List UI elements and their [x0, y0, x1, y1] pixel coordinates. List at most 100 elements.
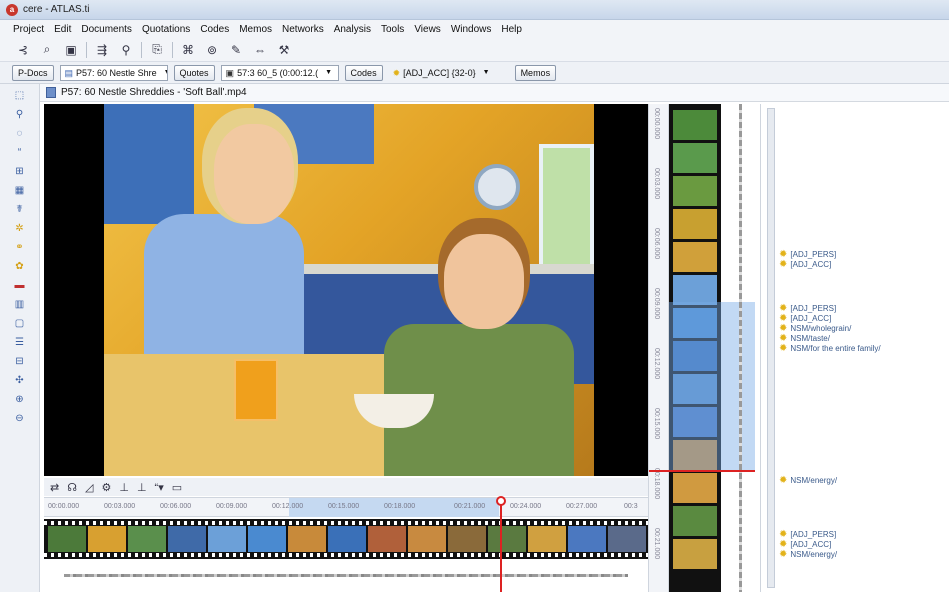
code-tag[interactable]: ✹ NSM/taste/: [779, 334, 881, 344]
menu-codes[interactable]: Codes: [195, 24, 234, 35]
quotation-marks-icon[interactable]: “: [13, 147, 27, 159]
film-frame: [328, 526, 366, 552]
code-by-list-icon[interactable]: ☤: [13, 204, 27, 216]
code-tag[interactable]: ✹ NSM/wholegrain/: [779, 324, 881, 334]
save-icon[interactable]: ▣: [62, 41, 80, 59]
margin-view-icon[interactable]: ▥: [13, 299, 27, 311]
headphones-icon[interactable]: ☊: [67, 481, 77, 494]
unlink-icon[interactable]: ✿: [13, 261, 27, 273]
vertical-timeline[interactable]: 00:00.000 00:03.000 00:06.000 00:09.000 …: [648, 104, 755, 592]
film-frame: [673, 473, 717, 503]
zoom-icon[interactable]: ⚲: [13, 109, 27, 121]
scene-boy-head: [444, 234, 524, 329]
menu-views[interactable]: Views: [409, 24, 446, 35]
menu-edit[interactable]: Edit: [49, 24, 76, 35]
quotation-selection-vertical[interactable]: [669, 302, 755, 470]
code-tag[interactable]: ✹ NSM/for the entire family/: [779, 344, 881, 354]
zoom-in-icon[interactable]: ⊕: [13, 394, 27, 406]
quote-select[interactable]: ▣ 57:3 60_5 (0:00:12.( ▼: [220, 64, 339, 81]
toolbar-separator: [141, 41, 142, 58]
menu-analysis[interactable]: Analysis: [329, 24, 376, 35]
time-tick: 00:15.000: [328, 503, 360, 510]
volume-icon[interactable]: ◿: [85, 481, 93, 494]
playhead-vertical: [649, 470, 755, 472]
code-tag[interactable]: ✹ NSM/energy/: [779, 476, 837, 486]
code-label: NSM/wholegrain/: [790, 324, 852, 333]
menu-documents[interactable]: Documents: [76, 24, 137, 35]
code-in-vivo-icon[interactable]: ⊞: [13, 166, 27, 178]
assign-document-icon[interactable]: ⇶: [93, 41, 111, 59]
quotes-button[interactable]: Quotes: [173, 64, 215, 81]
search-icon[interactable]: ⚲: [117, 41, 135, 59]
list-view-icon[interactable]: ☰: [13, 337, 27, 349]
film-frame: [608, 526, 646, 552]
document-title: P57: 60 Nestle Shreddies - 'Soft Ball'.m…: [61, 87, 247, 98]
vertical-waveform: [739, 104, 742, 592]
set-end-icon[interactable]: ⊥: [137, 481, 147, 494]
loop-icon[interactable]: ⇄: [50, 481, 59, 494]
audio-waveform[interactable]: [44, 562, 648, 588]
code-tag[interactable]: ✹ [ADJ_PERS]: [779, 304, 881, 314]
title-bar: a cere - ATLAS.ti: [0, 0, 949, 20]
menu-quotations[interactable]: Quotations: [137, 24, 195, 35]
open-icon[interactable]: ⌕: [38, 41, 56, 59]
film-frame: [673, 143, 717, 173]
film-frame: [128, 526, 166, 552]
code-tag[interactable]: ✹ [ADJ_ACC]: [779, 540, 837, 550]
time-tick: 00:09.000: [653, 288, 660, 320]
film-frame: [368, 526, 406, 552]
page-view-icon[interactable]: ▢: [13, 318, 27, 330]
menu-memos[interactable]: Memos: [234, 24, 277, 35]
open-coding-icon[interactable]: ▦: [13, 185, 27, 197]
film-frame: [248, 526, 286, 552]
zoom-out-icon[interactable]: ⊖: [13, 413, 27, 425]
film-frame: [488, 526, 526, 552]
menu-project[interactable]: Project: [8, 24, 49, 35]
film-frame: [673, 110, 717, 140]
toolbar-separator: [86, 41, 87, 58]
code-drag-icon[interactable]: ⚭: [13, 242, 27, 254]
code-tag[interactable]: ✹ [ADJ_ACC]: [779, 314, 881, 324]
film-frame: [673, 176, 717, 206]
horizontal-filmstrip[interactable]: [44, 519, 648, 559]
codes-button[interactable]: Codes: [344, 64, 383, 81]
menu-help[interactable]: Help: [496, 24, 527, 35]
new-project-icon[interactable]: ⊰: [14, 41, 32, 59]
menu-bar: Project Edit Documents Quotations Codes …: [0, 20, 949, 38]
playhead[interactable]: [500, 498, 502, 592]
pen-icon[interactable]: ✎: [227, 41, 245, 59]
link-icon[interactable]: ⇔: [251, 41, 269, 59]
code-tag[interactable]: ✹ NSM/energy/: [779, 550, 837, 560]
code-tag[interactable]: ✹ [ADJ_PERS]: [779, 250, 836, 260]
time-tick: 00:12.000: [272, 503, 304, 510]
quote-marks-icon[interactable]: “▾: [155, 481, 164, 494]
time-tick: 00:3: [624, 503, 638, 510]
pdoc-select[interactable]: ▤ P57: 60 Nestle Shre ▼: [59, 64, 168, 81]
navigate-icon[interactable]: ✣: [13, 375, 27, 387]
split-view-icon[interactable]: ⊟: [13, 356, 27, 368]
code-icon: ✹: [392, 67, 401, 78]
code-tag[interactable]: ✹ [ADJ_ACC]: [779, 260, 836, 270]
select-icon[interactable]: ⬚: [13, 90, 27, 102]
memos-button[interactable]: Memos: [514, 64, 557, 81]
tools-icon[interactable]: ⚒: [275, 41, 293, 59]
quick-coding-icon[interactable]: ✲: [13, 223, 27, 235]
pdocs-button[interactable]: P-Docs: [12, 64, 54, 81]
snapshot-icon[interactable]: ▭: [172, 481, 182, 494]
time-ruler[interactable]: 00:00.000 00:03.000 00:06.000 00:09.000 …: [44, 497, 648, 517]
menu-windows[interactable]: Windows: [446, 24, 497, 35]
copy-icon[interactable]: ⎘: [148, 41, 166, 59]
memo-icon[interactable]: ▬: [13, 280, 27, 292]
comment-icon[interactable]: ◌: [13, 128, 27, 140]
set-start-icon[interactable]: ⊥: [119, 481, 129, 494]
network-icon[interactable]: ⊚: [203, 41, 221, 59]
chevron-down-icon: ▼: [325, 68, 333, 76]
video-player[interactable]: [44, 104, 648, 476]
menu-tools[interactable]: Tools: [376, 24, 409, 35]
menu-networks[interactable]: Networks: [277, 24, 329, 35]
code-tag[interactable]: ✹ [ADJ_PERS]: [779, 530, 837, 540]
code-select[interactable]: ✹ [ADJ_ACC] {32-0} ▼: [389, 65, 509, 81]
playhead-handle[interactable]: [496, 496, 506, 506]
settings-icon[interactable]: ⚙: [101, 481, 111, 494]
query-tool-icon[interactable]: ⌘: [179, 41, 197, 59]
